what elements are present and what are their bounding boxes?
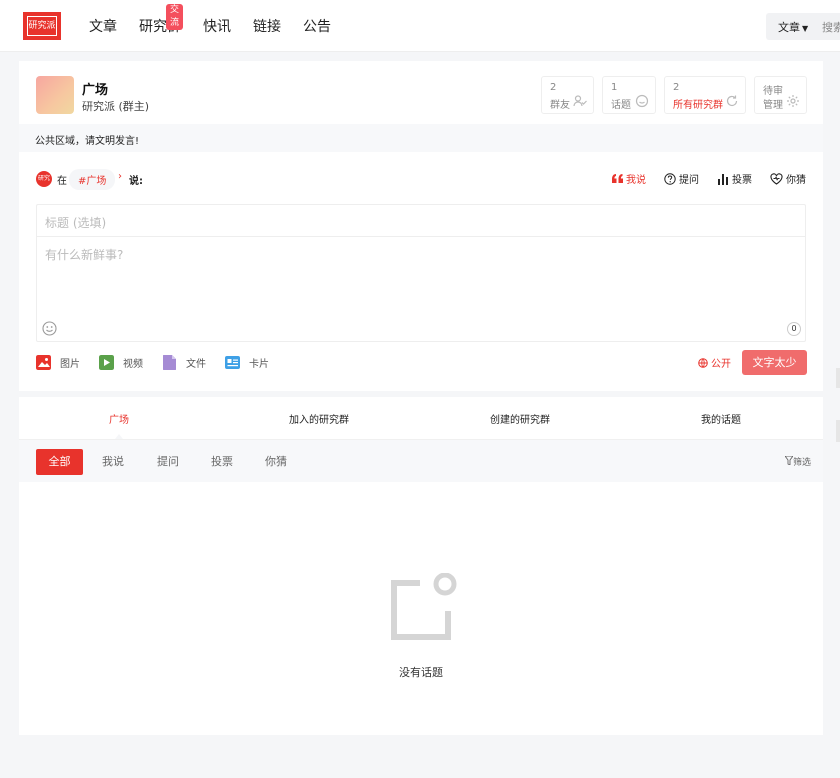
search-type-select[interactable]: 文章 ▼ — [778, 19, 808, 35]
stat-manage[interactable]: 待审 管理 — [754, 76, 807, 114]
stat-number: 2 — [550, 82, 557, 93]
post-type-label: 提问 — [679, 175, 699, 186]
media-label: 卡片 — [249, 359, 269, 370]
composer-say-label: 说: — [129, 176, 143, 187]
composer-header: 研究派 在 #广场 › 说: 我说 提问 投票 你猜 — [36, 169, 806, 198]
video-icon — [99, 355, 114, 370]
stat-topics[interactable]: 1 话题 — [602, 76, 656, 114]
media-label: 文件 — [186, 359, 206, 370]
nav-item-links[interactable]: 链接 — [253, 16, 281, 36]
post-type-question[interactable]: 提问 — [664, 171, 699, 186]
chat-icon — [635, 94, 649, 108]
gear-icon — [787, 95, 799, 107]
composer-in-label: 在 — [57, 176, 67, 187]
body-textarea[interactable]: 有什么新鲜事? — [45, 246, 123, 263]
nav-item-news[interactable]: 快讯 — [203, 16, 231, 36]
post-type-actions: 我说 提问 投票 你猜 — [594, 171, 806, 186]
stat-members[interactable]: 2 群友 — [541, 76, 594, 114]
char-counter: 0 — [787, 322, 801, 336]
group-avatar[interactable] — [36, 76, 74, 114]
media-label: 图片 — [60, 359, 80, 370]
post-type-guess[interactable]: 你猜 — [770, 171, 806, 186]
card-icon — [225, 356, 240, 369]
stat-label: 群友 — [550, 100, 570, 111]
notice-text: 公共区域，请文明发言! — [35, 136, 140, 147]
stat-number: 待审 — [763, 86, 783, 97]
stat-label: 管理 — [763, 100, 783, 111]
scroll-edge — [836, 368, 840, 388]
filter-label: 筛选 — [792, 458, 811, 468]
attach-card-button[interactable]: 卡片 — [225, 355, 269, 370]
logo-text: 研究派 — [27, 16, 57, 36]
search-box: 文章 ▼ 搜索 — [766, 13, 840, 40]
search-input[interactable]: 搜索 — [822, 19, 840, 35]
stat-label: 话题 — [611, 100, 631, 111]
tab-joined-groups[interactable]: 加入的研究群 — [289, 411, 349, 426]
question-icon — [664, 172, 676, 185]
group-card: 广场 研究派 (群主) 2 群友 1 话题 2 所有研究群 待审 管理 公共区域… — [19, 61, 823, 391]
stat-number: 1 — [611, 82, 618, 93]
quote-icon — [612, 174, 623, 183]
post-type-label: 投票 — [732, 175, 752, 186]
nav-item-announcements[interactable]: 公告 — [303, 16, 331, 36]
attach-file-button[interactable]: 文件 — [162, 355, 206, 370]
feed-tabs: 广场 加入的研究群 创建的研究群 我的话题 — [19, 397, 823, 440]
heart-icon — [770, 172, 783, 185]
tab-created-groups[interactable]: 创建的研究群 — [490, 411, 550, 426]
user-avatar: 研究派 — [36, 171, 52, 198]
top-navbar: 研究派 文章 研究群 交流 快讯 链接 公告 文章 ▼ 搜索 — [0, 0, 840, 52]
users-icon — [573, 95, 587, 107]
filter-button[interactable]: 筛选 — [784, 455, 811, 468]
site-logo[interactable]: 研究派 — [23, 12, 61, 40]
title-input[interactable]: 标题 (选填) — [37, 205, 805, 237]
submit-post-button[interactable]: 文字太少 — [742, 350, 807, 375]
filter-all[interactable]: 全部 — [36, 449, 83, 475]
globe-icon — [698, 357, 708, 368]
chevron-right-icon: › — [118, 171, 122, 182]
bar-chart-icon — [718, 173, 728, 185]
stat-label: 所有研究群 — [673, 100, 723, 111]
filter-guess[interactable]: 你猜 — [265, 449, 287, 475]
nav-item-articles[interactable]: 文章 — [89, 16, 117, 36]
media-toolbar: 图片 视频 文件 卡片 — [36, 355, 288, 370]
refresh-icon — [726, 95, 738, 107]
filter-say[interactable]: 我说 — [102, 449, 124, 475]
main-nav: 文章 研究群 交流 快讯 链接 公告 — [89, 4, 353, 36]
attach-image-button[interactable]: 图片 — [36, 355, 80, 370]
group-tag-selector[interactable]: #广场 — [69, 169, 116, 190]
nav-badge: 交流 — [166, 4, 184, 30]
active-tab-indicator — [115, 434, 123, 439]
attach-video-button[interactable]: 视频 — [99, 355, 143, 370]
filter-icon — [784, 455, 794, 466]
post-editor: 标题 (选填) 有什么新鲜事? 0 — [36, 204, 806, 342]
feed-card: 广场 加入的研究群 创建的研究群 我的话题 全部 我说 提问 投票 你猜 筛选 … — [19, 397, 823, 735]
tab-plaza[interactable]: 广场 — [109, 411, 129, 426]
post-type-say[interactable]: 我说 — [612, 171, 646, 186]
empty-state-icon — [391, 573, 457, 640]
filter-question[interactable]: 提问 — [157, 449, 179, 475]
post-type-label: 你猜 — [786, 175, 806, 186]
image-icon — [36, 355, 51, 370]
group-name: 广场 — [82, 83, 109, 98]
visibility-toggle[interactable]: 公开 — [698, 355, 731, 370]
stat-number: 2 — [673, 82, 680, 93]
emoji-icon[interactable] — [42, 321, 57, 336]
search-type-label: 文章 — [778, 21, 800, 34]
scroll-edge — [836, 420, 840, 442]
visibility-label: 公开 — [711, 359, 731, 370]
nav-item-research-groups[interactable]: 研究群 交流 — [139, 4, 184, 36]
post-type-vote[interactable]: 投票 — [717, 171, 752, 186]
media-label: 视频 — [123, 359, 143, 370]
file-icon — [163, 355, 176, 370]
stat-all-groups[interactable]: 2 所有研究群 — [664, 76, 746, 114]
post-type-label: 我说 — [626, 175, 646, 186]
chevron-down-icon: ▼ — [802, 24, 809, 33]
tab-my-topics[interactable]: 我的话题 — [701, 411, 741, 426]
filter-bar: 全部 我说 提问 投票 你猜 筛选 — [19, 440, 823, 482]
filter-vote[interactable]: 投票 — [211, 449, 233, 475]
empty-state-text: 没有话题 — [399, 666, 443, 679]
group-owner: 研究派 (群主) — [82, 100, 150, 113]
group-notice: 公共区域，请文明发言! — [19, 124, 823, 152]
